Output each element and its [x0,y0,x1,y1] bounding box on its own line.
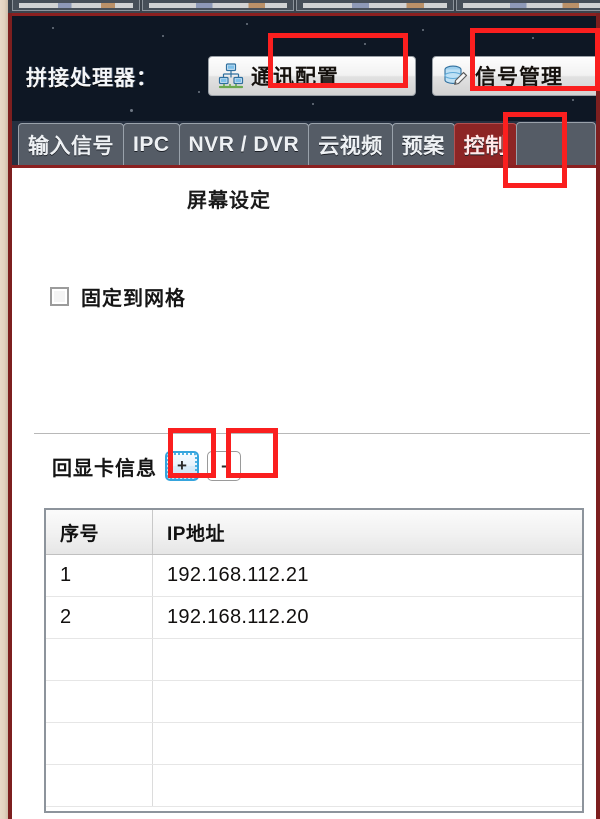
tab-input-signal[interactable]: 输入信号 [18,123,124,165]
edit-pen-icon [444,65,468,86]
tab-ipc[interactable]: IPC [123,123,180,165]
table-row[interactable] [46,764,582,807]
table-row[interactable]: 1 192.168.112.21 [46,554,582,597]
table-row[interactable] [46,722,582,765]
application-window: 拼接处理器： 通讯配置 信号管理 输入信号 IPC NVR / DVR 云视频 … [0,0,600,819]
cell-index [46,722,153,765]
cell-ip-address [152,722,582,765]
cell-index: 2 [46,596,153,639]
minus-icon: - [221,456,227,475]
cell-index [46,764,153,807]
network-icon [218,63,244,89]
snap-to-grid-row[interactable]: 固定到网格 [50,282,186,311]
remove-echo-card-button[interactable]: - [207,451,241,481]
table-row[interactable]: 2 192.168.112.20 [46,596,582,639]
signal-management-label: 信号管理 [475,66,563,89]
add-echo-card-button[interactable]: + [165,451,199,481]
clipped-tab-row [8,0,600,13]
cell-index [46,638,153,681]
tab-nvr-dvr[interactable]: NVR / DVR [178,123,310,165]
cell-ip-address: 192.168.112.21 [152,554,582,597]
clipped-tab[interactable] [456,0,600,11]
echo-card-info-label: 回显卡信息 [52,457,157,480]
desktop-left-strip [0,0,8,819]
cell-ip-address: 192.168.112.20 [152,596,582,639]
tab-cloud-video[interactable]: 云视频 [308,123,393,165]
snap-to-grid-label: 固定到网格 [81,288,186,310]
plus-icon: + [177,456,187,475]
snap-to-grid-checkbox[interactable] [50,287,69,306]
main-tab-strip: 输入信号 IPC NVR / DVR 云视频 预案 控制 [12,121,596,165]
cell-ip-address [152,638,582,681]
clipped-tab[interactable] [142,0,294,11]
main-window-shell: 拼接处理器： 通讯配置 信号管理 输入信号 IPC NVR / DVR 云视频 … [8,13,600,819]
tab-preset[interactable]: 预案 [391,123,455,165]
communication-config-button[interactable]: 通讯配置 [208,56,416,96]
control-tab-panel: 屏幕设定 固定到网格 回显卡信息 + - 序号 IP地址 1 192.168.1… [12,165,596,819]
cell-ip-address [152,764,582,807]
device-type-label: 拼接处理器： [26,67,158,90]
echo-card-toolbar: 回显卡信息 + - [52,451,241,481]
tab-strip-filler [515,122,596,165]
table-header-row: 序号 IP地址 [46,510,582,555]
table-row[interactable] [46,638,582,681]
signal-management-button[interactable]: 信号管理 [432,56,596,96]
echo-card-ip-table: 序号 IP地址 1 192.168.112.21 2 192.168.112.2… [46,510,582,807]
clipped-tab[interactable] [12,0,140,11]
column-header-index[interactable]: 序号 [46,510,153,555]
section-divider [34,433,590,434]
column-header-ip-address[interactable]: IP地址 [152,510,582,555]
table-row[interactable] [46,680,582,723]
cell-ip-address [152,680,582,723]
header-bar: 拼接处理器： 通讯配置 信号管理 [12,16,596,121]
echo-card-table-container[interactable]: 序号 IP地址 1 192.168.112.21 2 192.168.112.2… [44,508,584,813]
cell-index: 1 [46,554,153,597]
screen-settings-title: 屏幕设定 [187,190,271,212]
cell-index [46,680,153,723]
tab-control[interactable]: 控制 [453,123,517,165]
clipped-tab[interactable] [296,0,454,11]
communication-config-label: 通讯配置 [251,66,339,89]
